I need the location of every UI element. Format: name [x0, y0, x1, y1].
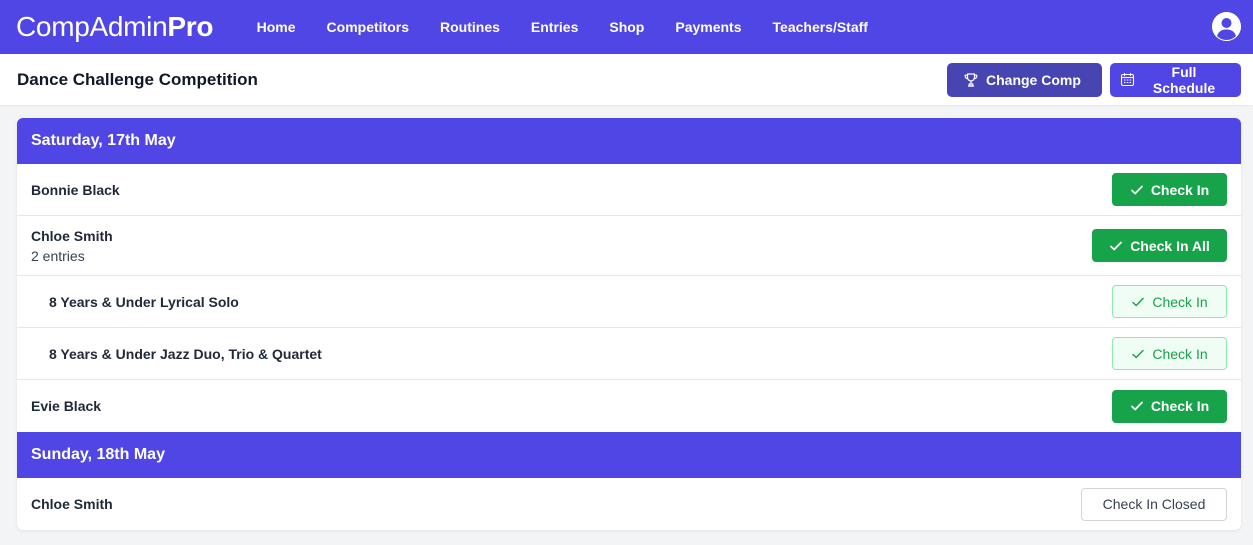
check-icon — [1130, 401, 1143, 411]
brand-logo[interactable]: CompAdminPro — [16, 11, 213, 43]
check-in-all-button[interactable]: Check In All — [1092, 229, 1227, 262]
trophy-icon — [964, 72, 978, 87]
check-in-schedule: Saturday, 17th May Bonnie Black Check In… — [17, 118, 1241, 530]
competitor-name: Bonnie Black — [31, 181, 120, 198]
full-schedule-button[interactable]: Full Schedule — [1110, 62, 1241, 97]
nav-competitors[interactable]: Competitors — [311, 11, 424, 43]
check-in-closed-button[interactable]: Check In Closed — [1081, 487, 1227, 521]
competitor-name: Chloe Smith — [31, 227, 113, 244]
competitor-info: Chloe Smith 2 entries — [31, 228, 113, 264]
main-nav: Home Competitors Routines Entries Shop P… — [241, 11, 883, 43]
check-in-button[interactable]: Check In — [1112, 173, 1227, 206]
check-icon — [1110, 241, 1123, 250]
top-navbar: CompAdminPro Home Competitors Routines E… — [0, 0, 1253, 54]
page-title: Dance Challenge Competition — [17, 69, 258, 89]
nav-routines[interactable]: Routines — [425, 11, 516, 43]
user-circle-icon[interactable] — [1212, 12, 1241, 41]
nav-entries[interactable]: Entries — [515, 11, 593, 43]
competitor-row: Bonnie Black Check In — [17, 164, 1241, 216]
entry-count: 2 entries — [31, 247, 85, 264]
routine-row: 8 Years & Under Jazz Duo, Trio & Quartet… — [17, 328, 1241, 380]
competitor-row: Chloe Smith Check In Closed — [17, 478, 1241, 530]
check-icon — [1132, 349, 1145, 358]
nav-payments[interactable]: Payments — [660, 11, 757, 43]
check-icon — [1130, 185, 1143, 194]
nav-home[interactable]: Home — [241, 11, 311, 43]
change-comp-button[interactable]: Change Comp — [947, 62, 1102, 97]
calendar-icon — [1120, 73, 1135, 87]
check-in-button[interactable]: Check In — [1112, 389, 1227, 423]
full-schedule-label: Full Schedule — [1152, 63, 1216, 96]
competitor-row: Evie Black Check In — [17, 380, 1241, 432]
competitor-name: Evie Black — [31, 398, 102, 414]
competitor-name: Chloe Smith — [31, 496, 113, 512]
nav-teachers-staff[interactable]: Teachers/Staff — [757, 11, 883, 43]
check-in-button[interactable]: Check In — [1112, 285, 1227, 318]
change-comp-label: Change Comp — [986, 71, 1081, 88]
routine-row: 8 Years & Under Lyrical Solo Check In — [17, 276, 1241, 328]
routine-name: 8 Years & Under Lyrical Solo — [49, 293, 239, 310]
header-actions: Change Comp Full Schedule — [947, 62, 1241, 97]
check-in-button[interactable]: Check In — [1112, 337, 1227, 370]
check-icon — [1132, 297, 1145, 306]
nav-shop[interactable]: Shop — [594, 11, 660, 43]
competitor-row: Chloe Smith 2 entries Check In All — [17, 216, 1241, 276]
routine-name: 8 Years & Under Jazz Duo, Trio & Quartet — [49, 345, 322, 362]
page-header: Dance Challenge Competition Change Comp … — [0, 54, 1253, 105]
day-header: Sunday, 18th May — [17, 432, 1241, 478]
day-header: Saturday, 17th May — [17, 118, 1241, 164]
